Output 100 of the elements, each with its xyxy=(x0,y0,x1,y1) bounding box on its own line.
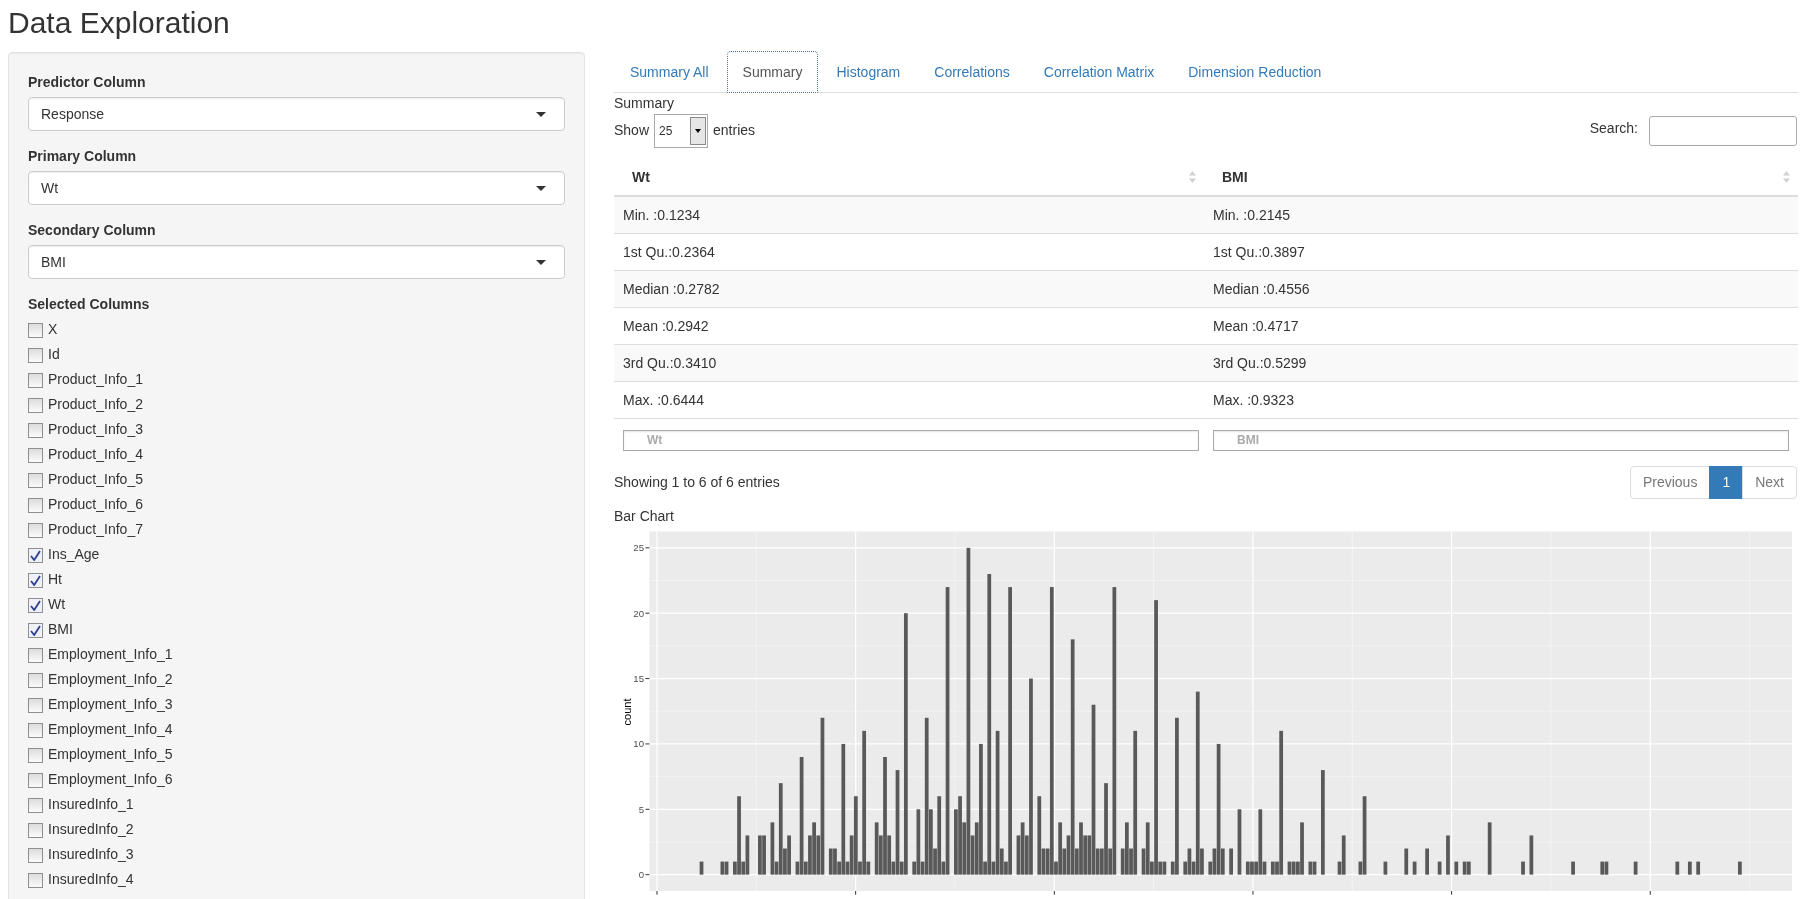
table-cell-text: Mean :0.2942 xyxy=(623,316,709,336)
checkbox[interactable] xyxy=(28,597,43,613)
checkbox-label[interactable]: Ht xyxy=(48,569,62,589)
checkbox[interactable] xyxy=(28,747,43,763)
axis-tick-label: 25 xyxy=(633,542,644,554)
table-cell-text: Max. :0.9323 xyxy=(1213,390,1294,410)
checkbox[interactable] xyxy=(28,722,43,738)
checkbox[interactable] xyxy=(28,447,43,463)
checkbox-label[interactable]: Employment_Info_2 xyxy=(48,669,173,689)
axis-tick-label: 0 xyxy=(638,869,644,881)
table-cell-text: Min. :0.2145 xyxy=(1213,205,1291,225)
caret-icon xyxy=(536,259,546,265)
checkbox[interactable] xyxy=(28,322,43,338)
table-cell-text: Min. :0.1234 xyxy=(623,205,701,225)
search-field[interactable] xyxy=(1649,115,1797,146)
checkbox[interactable] xyxy=(28,397,43,413)
checkbox-label[interactable]: Product_Info_3 xyxy=(48,419,143,439)
checkbox[interactable] xyxy=(28,372,43,388)
checkbox[interactable] xyxy=(28,547,43,563)
checkbox[interactable] xyxy=(28,522,43,538)
tick-mark xyxy=(1649,890,1651,896)
tab[interactable]: Correlation Matrix xyxy=(1027,51,1171,93)
chart-bar xyxy=(1529,835,1534,875)
tab[interactable]: Summary xyxy=(726,51,819,93)
caret-icon xyxy=(690,116,707,145)
checkbox-label[interactable]: Employment_Info_6 xyxy=(48,769,173,789)
checkbox-label[interactable]: Employment_Info_5 xyxy=(48,744,173,764)
axis-tick-label: 5 xyxy=(638,803,644,815)
filter-field[interactable]: BMI xyxy=(1213,429,1789,451)
table-cell-text: Mean :0.4717 xyxy=(1213,316,1299,336)
checkbox-label[interactable]: Product_Info_4 xyxy=(48,444,143,464)
checkbox[interactable] xyxy=(28,697,43,713)
checkbox-label[interactable]: Id xyxy=(48,344,60,364)
tick-mark xyxy=(656,890,658,896)
tick-mark xyxy=(645,808,650,810)
checkbox-label[interactable]: InsuredInfo_2 xyxy=(48,819,134,839)
checkbox[interactable] xyxy=(28,647,43,663)
chart-bar xyxy=(1437,861,1442,875)
tab[interactable]: Correlations xyxy=(918,51,1026,93)
checkbox-label[interactable]: Ins_Age xyxy=(48,544,100,564)
checkbox-label[interactable]: InsuredInfo_1 xyxy=(48,794,134,814)
checkbox-label[interactable]: Product_Info_6 xyxy=(48,494,143,514)
checkbox-label[interactable]: Wt xyxy=(48,594,66,614)
field-label: Predictor Column xyxy=(28,73,146,92)
chart-bar xyxy=(1446,835,1450,875)
caret-icon xyxy=(536,185,546,191)
checkbox[interactable] xyxy=(28,422,43,438)
checkbox[interactable] xyxy=(28,497,43,513)
checkbox[interactable] xyxy=(28,572,43,588)
axis-tick-label: 20 xyxy=(633,607,644,619)
tick-mark xyxy=(1252,890,1254,896)
tab[interactable]: Histogram xyxy=(820,51,917,93)
checkbox-label[interactable]: Product_Info_2 xyxy=(48,394,143,414)
select-field[interactable]: Wt xyxy=(28,171,565,205)
caret-icon xyxy=(536,111,546,117)
checkbox-label[interactable]: Employment_Info_1 xyxy=(48,644,173,664)
select-field[interactable]: Response xyxy=(28,97,565,131)
table-cell-text: Max. :0.6444 xyxy=(623,390,704,410)
checkbox-label[interactable]: Product_Info_1 xyxy=(48,369,143,389)
table-cell-text: 3rd Qu.:0.5299 xyxy=(1213,353,1307,373)
chart-bar xyxy=(1521,861,1525,875)
tick-mark xyxy=(855,890,857,896)
chart-bar xyxy=(1237,809,1242,875)
chart-bar xyxy=(1738,861,1742,875)
checkbox[interactable] xyxy=(28,347,43,363)
show-label: Show xyxy=(614,121,650,140)
checkbox-label[interactable]: Product_Info_5 xyxy=(48,469,143,489)
select-field[interactable]: BMI xyxy=(28,245,565,279)
tick-mark xyxy=(1053,890,1055,896)
tick-mark xyxy=(645,612,650,614)
checkbox-label[interactable]: Product_Info_7 xyxy=(48,519,143,539)
checkbox-label[interactable]: InsuredInfo_3 xyxy=(48,844,134,864)
tab[interactable]: Summary All xyxy=(614,51,725,93)
table-cell-text: 1st Qu.:0.3897 xyxy=(1213,242,1305,262)
checkbox[interactable] xyxy=(28,672,43,688)
tick-mark xyxy=(645,874,650,876)
filter-field[interactable]: Wt xyxy=(623,429,1199,451)
tab[interactable]: Dimension Reduction xyxy=(1172,51,1338,93)
checkbox[interactable] xyxy=(28,797,43,813)
page-button[interactable]: 1 xyxy=(1709,466,1744,499)
checkbox[interactable] xyxy=(28,847,43,863)
checkbox[interactable] xyxy=(28,472,43,488)
field-label: Primary Column xyxy=(28,147,137,166)
checkbox-label[interactable]: Employment_Info_4 xyxy=(48,719,173,739)
checkbox[interactable] xyxy=(28,622,43,638)
chart-bar xyxy=(1571,861,1575,875)
check-icon xyxy=(30,624,41,636)
checkbox-label[interactable]: BMI xyxy=(48,619,73,639)
checkbox-label[interactable]: Employment_Info_3 xyxy=(48,694,173,714)
checkbox-label[interactable]: X xyxy=(48,319,58,339)
tick-mark xyxy=(645,547,650,549)
entries-select[interactable]: 25 xyxy=(654,113,709,148)
checkbox-label[interactable]: InsuredInfo_4 xyxy=(48,869,134,889)
checkbox[interactable] xyxy=(28,772,43,788)
chart-bar xyxy=(1675,861,1680,875)
checkbox[interactable] xyxy=(28,872,43,888)
checkbox[interactable] xyxy=(28,822,43,838)
chart-bar xyxy=(1454,861,1459,875)
tick-mark xyxy=(645,678,650,680)
field-label: Secondary Column xyxy=(28,221,156,240)
